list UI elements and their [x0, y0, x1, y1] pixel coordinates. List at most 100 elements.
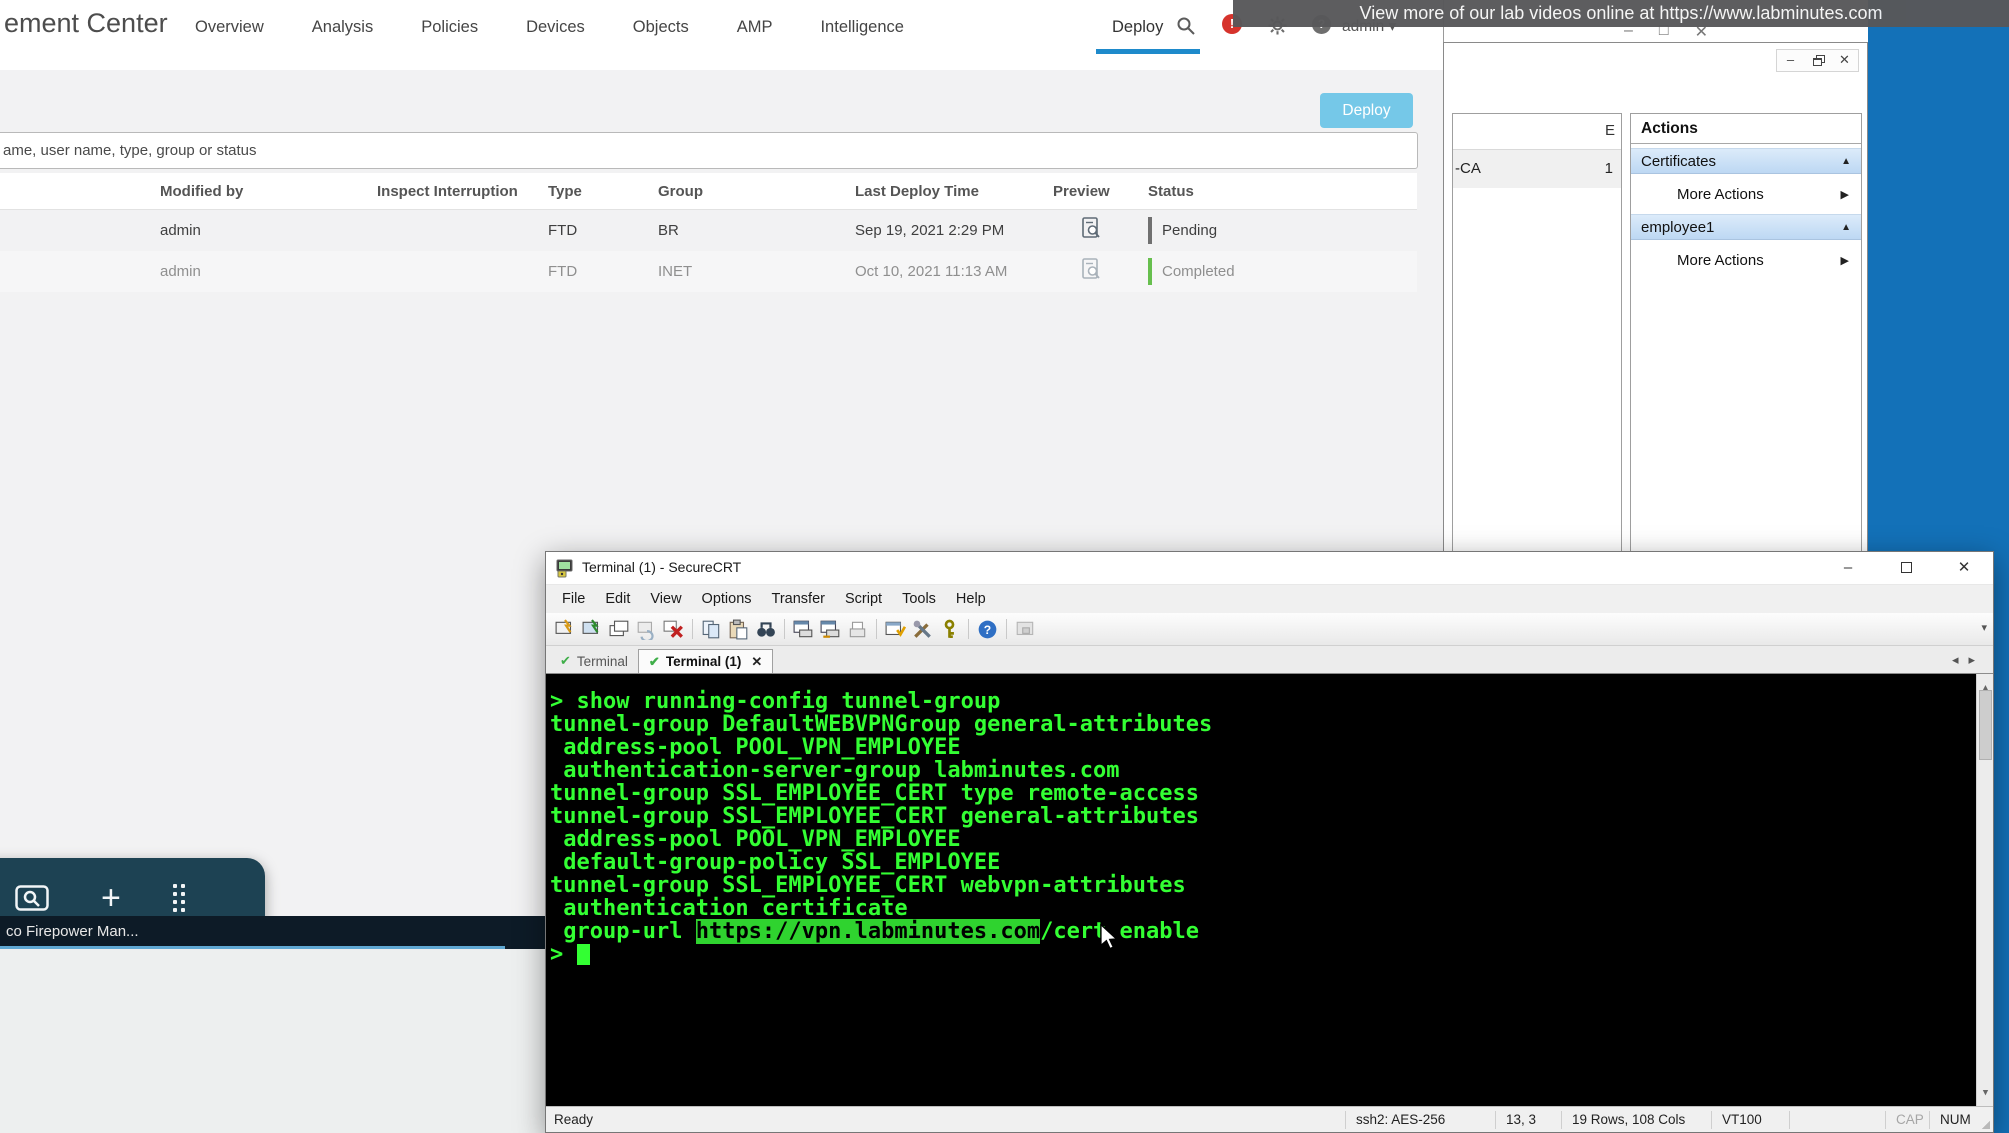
- tab-scroll-arrows[interactable]: ◂▸: [1952, 652, 1985, 668]
- more-actions-item[interactable]: More Actions ▶: [1631, 247, 1861, 273]
- browser-tab-firepower[interactable]: co Firepower Man...: [0, 916, 505, 949]
- column-header-last-deploy-time[interactable]: Last Deploy Time: [855, 183, 1053, 200]
- global-options-icon[interactable]: [909, 617, 936, 641]
- close-button[interactable]: ✕: [1935, 552, 1993, 585]
- certificate-row[interactable]: -CA 1: [1453, 150, 1621, 188]
- terminal-line: authentication certificate: [550, 896, 908, 921]
- certificate-list-header[interactable]: E: [1453, 114, 1621, 150]
- mmc-close-button[interactable]: ✕: [1831, 50, 1858, 71]
- mmc-restore-button[interactable]: [1804, 50, 1831, 71]
- terminal-tab-terminal-1-[interactable]: ✔ Terminal (1) ✕: [637, 649, 774, 673]
- deployment-filter-input[interactable]: ame, user name, type, group or status: [0, 132, 1418, 169]
- terminal-line: default-group-policy SSL_EMPLOYEE: [550, 850, 1001, 875]
- find-icon[interactable]: [752, 617, 779, 641]
- status-cell-13-3: 13, 3: [1495, 1110, 1561, 1129]
- menu-edit[interactable]: Edit: [595, 591, 640, 607]
- connect-icon[interactable]: [579, 617, 606, 641]
- actions-section-employee1[interactable]: employee1 ▲: [1631, 214, 1861, 240]
- certificate-value: 1: [1604, 160, 1613, 177]
- nav-deploy[interactable]: Deploy: [1096, 18, 1200, 54]
- terminal-tab-label: Terminal (1): [665, 654, 742, 669]
- column-header-type[interactable]: Type: [548, 183, 658, 200]
- cell-group: INET: [658, 263, 693, 280]
- column-header-status[interactable]: Status: [1148, 183, 1417, 200]
- background-browser-tabbar: co Firepower Man...: [0, 916, 545, 949]
- maximize-button[interactable]: [1877, 552, 1935, 585]
- actions-pane-title: Actions: [1631, 114, 1861, 144]
- paste-icon[interactable]: [725, 617, 752, 641]
- nav-objects[interactable]: Objects: [633, 18, 689, 37]
- menu-help[interactable]: Help: [946, 591, 996, 607]
- terminal-screen[interactable]: ▲ ▼ > show running-config tunnel-group tu…: [546, 674, 1993, 1108]
- copy-icon[interactable]: [698, 617, 725, 641]
- screenshot-icon[interactable]: [15, 885, 49, 911]
- terminal-titlebar[interactable]: Terminal (1) - SecureCRT – ✕: [546, 552, 1993, 585]
- terminal-tab-terminal[interactable]: ✔ Terminal: [550, 649, 638, 673]
- locked-icon[interactable]: [1012, 617, 1039, 641]
- connected-check-icon: ✔: [560, 653, 571, 668]
- scrollbar-thumb[interactable]: [1979, 690, 1992, 760]
- preview-icon[interactable]: [1053, 257, 1148, 286]
- help-icon[interactable]: ?: [974, 617, 1001, 641]
- terminal-window-title: Terminal (1) - SecureCRT: [582, 559, 742, 575]
- keymap-icon[interactable]: [936, 617, 963, 641]
- resize-grip[interactable]: [1977, 1107, 1993, 1132]
- nav-policies[interactable]: Policies: [421, 18, 478, 37]
- minimize-button[interactable]: –: [1819, 552, 1877, 585]
- connect-tab-icon[interactable]: [606, 617, 633, 641]
- nav-devices[interactable]: Devices: [526, 18, 585, 37]
- tab-close-icon[interactable]: ✕: [751, 654, 762, 670]
- print-icon[interactable]: [844, 617, 871, 641]
- menu-tools[interactable]: Tools: [892, 591, 946, 607]
- mmc-child-controls: – ✕: [1776, 49, 1859, 72]
- toolbar-separator: [876, 619, 877, 639]
- search-icon[interactable]: [1176, 16, 1196, 36]
- menu-options[interactable]: Options: [692, 591, 762, 607]
- plus-icon[interactable]: +: [101, 881, 121, 915]
- preview-icon[interactable]: [1053, 216, 1148, 245]
- fmc-page-title: ement Center: [4, 8, 168, 38]
- quick-connect-icon[interactable]: [552, 617, 579, 641]
- column-header-modified-by[interactable]: Modified by: [160, 183, 377, 200]
- terminal-line: >: [550, 943, 1973, 966]
- reconnect-icon[interactable]: [633, 617, 660, 641]
- connected-check-icon: ✔: [648, 653, 660, 669]
- more-actions-item[interactable]: More Actions ▶: [1631, 181, 1861, 207]
- terminal-scrollbar[interactable]: ▲ ▼: [1976, 674, 1993, 1108]
- status-cell-19-rows-108-cols: 19 Rows, 108 Cols: [1561, 1110, 1711, 1129]
- session-options-icon[interactable]: [882, 617, 909, 641]
- menu-transfer[interactable]: Transfer: [762, 591, 835, 607]
- print-preview-icon[interactable]: [790, 617, 817, 641]
- more-actions-label: More Actions: [1677, 185, 1764, 203]
- svg-text:?: ?: [984, 622, 991, 636]
- disconnect-icon[interactable]: [660, 617, 687, 641]
- deploy-button[interactable]: Deploy: [1320, 93, 1413, 128]
- nav-amp[interactable]: AMP: [737, 18, 773, 37]
- menu-script[interactable]: Script: [835, 591, 892, 607]
- nav-overview[interactable]: Overview: [195, 18, 264, 37]
- mmc-minimize-button[interactable]: –: [1777, 50, 1804, 71]
- deployment-table: Modified by Inspect Interruption Type Group…: [0, 173, 1417, 292]
- menu-file[interactable]: File: [552, 591, 595, 607]
- menu-view[interactable]: View: [640, 591, 691, 607]
- column-header-group[interactable]: Group: [658, 183, 855, 200]
- scroll-down-icon[interactable]: ▼: [1977, 1082, 1993, 1105]
- nav-intelligence[interactable]: Intelligence: [820, 18, 903, 37]
- terminal-line: authentication-server-group labminutes.c…: [550, 758, 1120, 783]
- terminal-menubar: File Edit View Options Transfer Script Tools He…: [546, 585, 1993, 613]
- cell-status: Completed: [1148, 258, 1417, 285]
- table-row[interactable]: admin FTD BR Sep 19, 2021 2:29 PM Pending: [0, 210, 1417, 251]
- grid-icon[interactable]: [172, 884, 185, 912]
- print-setup-icon[interactable]: [817, 617, 844, 641]
- cell-modified-by: admin: [160, 263, 201, 280]
- column-header-inspect-interruption[interactable]: Inspect Interruption: [377, 183, 548, 200]
- toolbar-overflow-icon[interactable]: ▾: [1981, 621, 1987, 634]
- column-header-preview[interactable]: Preview: [1053, 183, 1148, 200]
- terminal-statusbar: Ready ssh2: AES-256 13, 3 19 Rows, 108 Cols…: [546, 1106, 1993, 1132]
- actions-section-certificates[interactable]: Certificates ▲: [1631, 148, 1861, 174]
- submenu-arrow-icon: ▶: [1840, 188, 1849, 201]
- terminal-window-controls: – ✕: [1819, 552, 1993, 585]
- table-row[interactable]: admin FTD INET Oct 10, 2021 11:13 AM Complet…: [0, 251, 1417, 292]
- collapse-icon: ▲: [1841, 155, 1851, 167]
- nav-analysis[interactable]: Analysis: [312, 18, 373, 37]
